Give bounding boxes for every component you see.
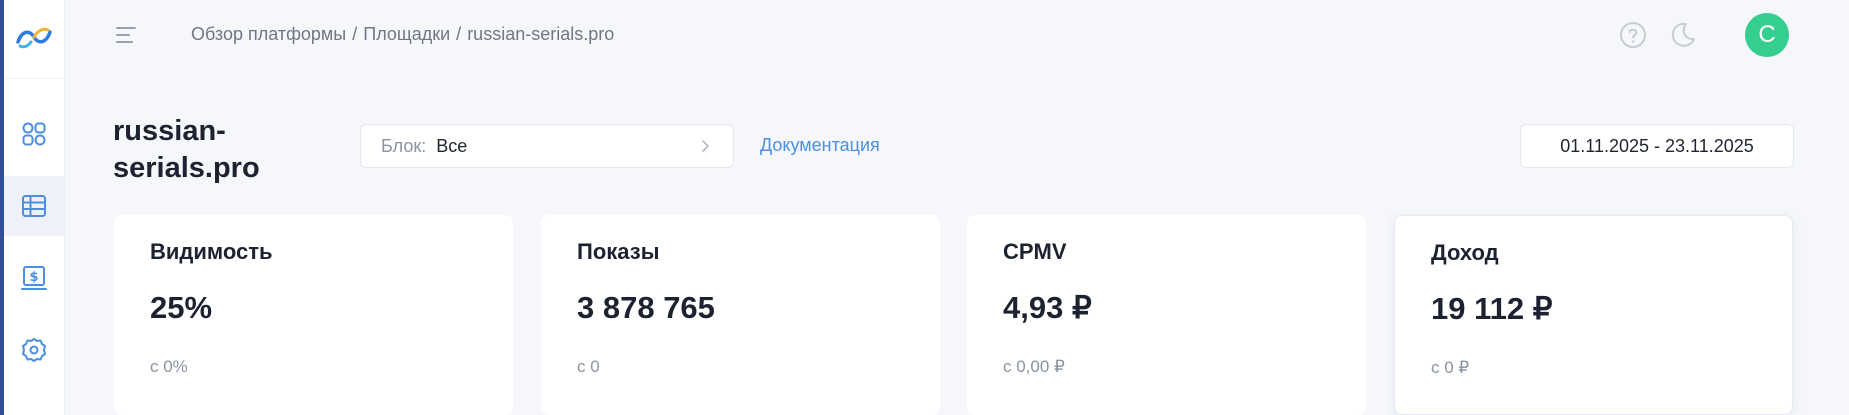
stat-card-comparison: с 0 — [577, 357, 600, 376]
menu-toggle-icon[interactable] — [114, 24, 138, 46]
date-range-picker[interactable]: 01.11.2025 - 23.11.2025 — [1520, 124, 1794, 168]
block-filter-select[interactable]: Блок: Все — [360, 124, 734, 168]
svg-text:$: $ — [29, 270, 38, 285]
breadcrumb-separator: / — [456, 24, 462, 44]
chevron-right-icon — [702, 140, 709, 152]
page-title: russian-serials.pro — [113, 115, 260, 184]
stat-card-comparison: с 0% — [150, 357, 188, 376]
help-icon[interactable] — [1618, 20, 1648, 50]
block-filter-value: Все — [436, 135, 468, 156]
breadcrumb: Обзор платформы / Площадки / russian-ser… — [191, 24, 614, 45]
sidebar-divider — [4, 78, 64, 79]
breadcrumb-item-sites[interactable]: Площадки — [363, 24, 450, 45]
block-filter-label: Блок: — [381, 135, 427, 156]
sidebar-item-table[interactable] — [4, 176, 64, 236]
sidebar-item-dashboard[interactable] — [4, 104, 64, 164]
stat-card-title: Доход — [1431, 240, 1499, 265]
stat-card-comparison: с 0 ₽ — [1431, 358, 1470, 377]
avatar[interactable]: C — [1745, 13, 1789, 57]
payments-icon: $ — [21, 266, 47, 290]
stat-card-value: 4,93 ₽ — [1003, 290, 1092, 325]
stat-card-impressions: Показы 3 878 765 с 0 — [541, 215, 940, 415]
table-icon — [22, 195, 46, 217]
stat-card-comparison: с 0,00 ₽ — [1003, 357, 1065, 376]
stat-card-revenue: Доход 19 112 ₽ с 0 ₽ — [1394, 215, 1793, 415]
sidebar-item-settings[interactable] — [4, 320, 64, 380]
stat-card-title: Видимость — [150, 239, 273, 264]
stat-card-title: CPMV — [1003, 239, 1067, 264]
logo-icon[interactable] — [14, 20, 54, 54]
dashboard-icon — [22, 122, 46, 146]
sidebar: $ — [4, 0, 65, 415]
settings-icon — [22, 338, 46, 362]
documentation-link[interactable]: Документация — [760, 135, 880, 156]
stat-card-value: 19 112 ₽ — [1431, 291, 1553, 326]
breadcrumb-item-current: russian-serials.pro — [467, 24, 615, 44]
breadcrumb-item-overview[interactable]: Обзор платформы — [191, 24, 346, 45]
stat-card-visibility: Видимость 25% с 0% — [114, 215, 513, 415]
sidebar-item-payments[interactable]: $ — [4, 248, 64, 308]
stat-card-value: 25% — [150, 290, 213, 325]
breadcrumb-separator: / — [352, 24, 358, 44]
dark-mode-icon[interactable] — [1668, 20, 1698, 50]
stat-card-title: Показы — [577, 239, 660, 264]
stat-card-cpmv: CPMV 4,93 ₽ с 0,00 ₽ — [967, 215, 1366, 415]
stat-card-value: 3 878 765 — [577, 290, 715, 325]
